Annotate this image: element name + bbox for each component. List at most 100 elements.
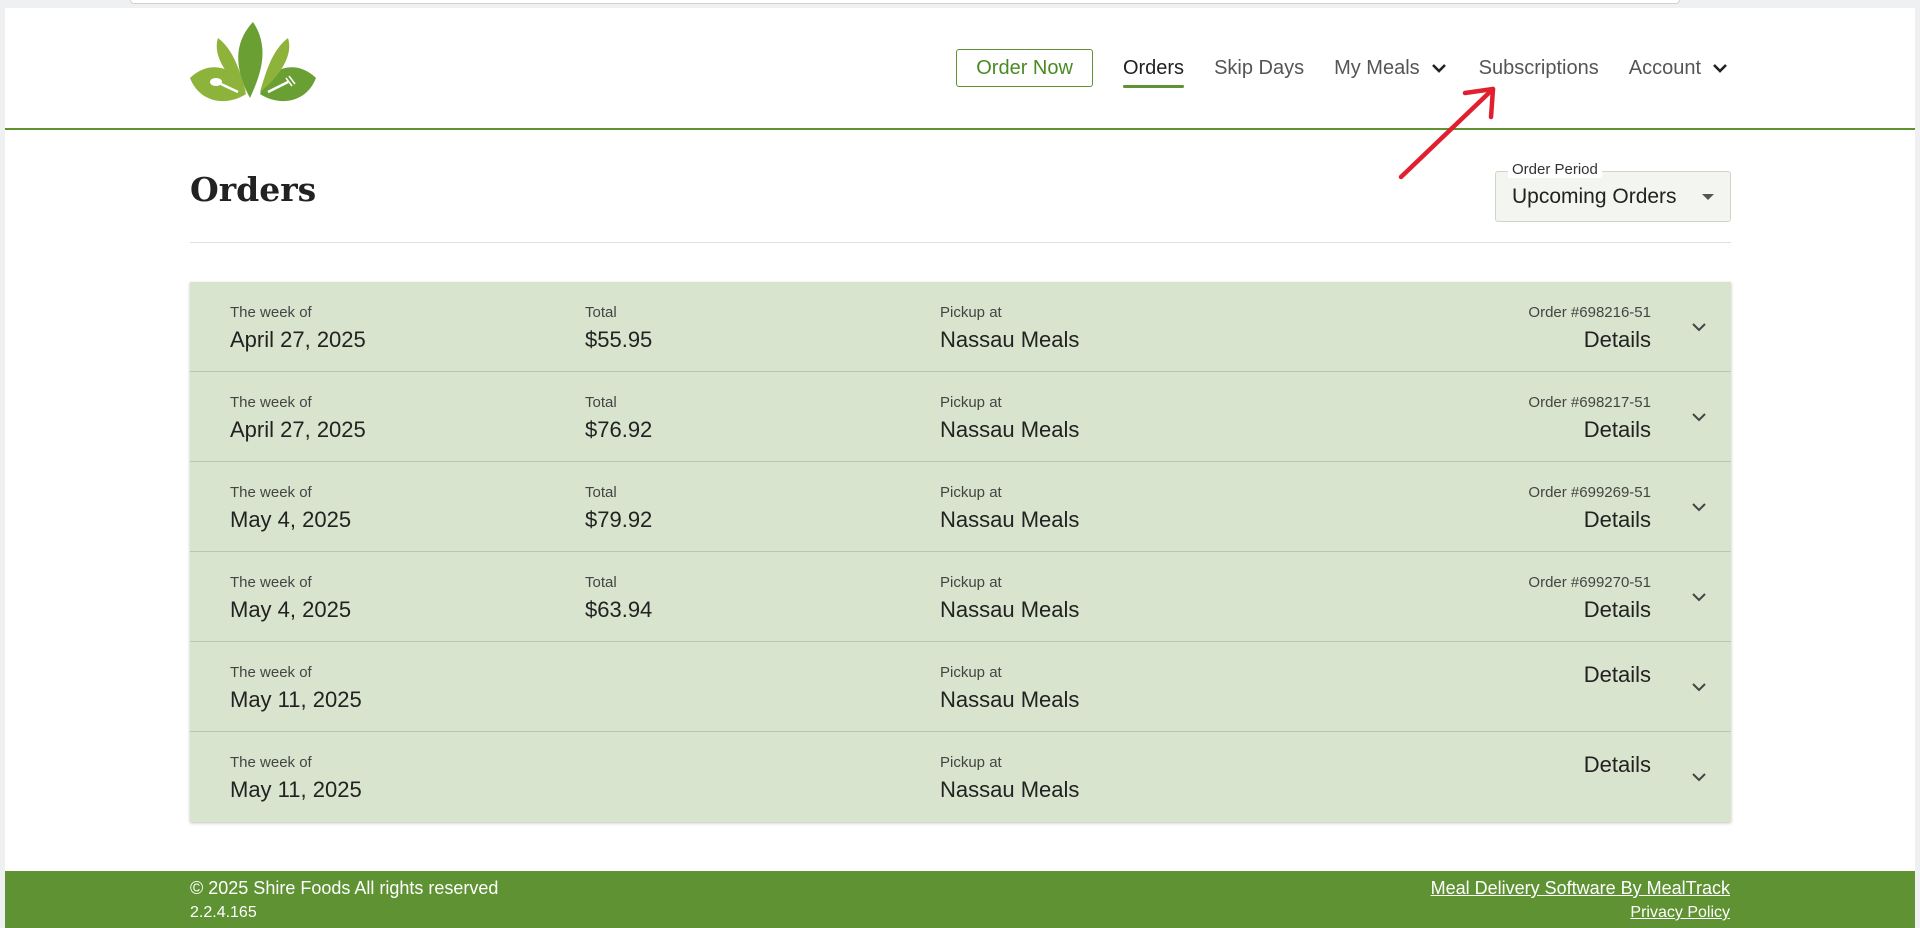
divider: [190, 242, 1731, 243]
total-cell: Total $63.94: [585, 574, 652, 623]
week-value: May 4, 2025: [230, 597, 352, 622]
pickup-cell: Pickup at Nassau Meals: [940, 574, 1079, 623]
week-value: April 27, 2025: [230, 327, 366, 352]
caret-down-icon: [1702, 194, 1714, 200]
pickup-cell: Pickup at Nassau Meals: [940, 484, 1079, 533]
orders-list: The week of April 27, 2025 Total $55.95 Pi…: [190, 282, 1731, 822]
pickup-label: Pickup at: [940, 754, 1002, 771]
pickup-value: Nassau Meals: [940, 417, 1080, 442]
chevron-down-icon[interactable]: [1689, 497, 1709, 517]
details-link[interactable]: Details: [1584, 752, 1651, 778]
total-value: $79.92: [585, 507, 653, 532]
pickup-label: Pickup at: [940, 484, 1002, 501]
nav-subscriptions-label: Subscriptions: [1478, 56, 1599, 79]
week-cell: The week of May 4, 2025: [230, 574, 351, 623]
pickup-value: Nassau Meals: [940, 507, 1080, 532]
order-period-select[interactable]: Order Period Upcoming Orders: [1495, 161, 1731, 222]
chevron-down-icon[interactable]: [1689, 767, 1709, 787]
nav-account[interactable]: Account: [1629, 49, 1730, 87]
pickup-value: Nassau Meals: [940, 597, 1080, 622]
total-label: Total: [585, 484, 617, 501]
pickup-cell: Pickup at Nassau Meals: [940, 754, 1079, 803]
pickup-cell: Pickup at Nassau Meals: [940, 394, 1079, 443]
week-label: The week of: [230, 664, 312, 681]
order-number: Order #699270-51: [1528, 574, 1651, 591]
nav-orders[interactable]: Orders: [1122, 49, 1185, 88]
order-row[interactable]: The week of May 4, 2025 Total $79.92 Picku…: [190, 462, 1731, 552]
mealtrack-link[interactable]: Meal Delivery Software By MealTrack: [1431, 878, 1730, 899]
order-cell: Order #699269-51 Details: [1528, 484, 1651, 533]
version-text: 2.2.4.165: [190, 904, 257, 921]
nav-my-meals-label: My Meals: [1334, 56, 1420, 79]
pickup-value: Nassau Meals: [940, 687, 1080, 712]
site-header: Order Now Orders Skip Days My Meals Subs…: [5, 8, 1915, 130]
order-cell: Order #698217-51 Details: [1528, 394, 1651, 443]
order-row[interactable]: The week of May 11, 2025 Pickup at Nassau …: [190, 642, 1731, 732]
order-now-button[interactable]: Order Now: [956, 49, 1093, 87]
order-cell: Order #699270-51 Details: [1528, 574, 1651, 623]
total-label: Total: [585, 394, 617, 411]
order-row[interactable]: The week of April 27, 2025 Total $76.92 Pi…: [190, 372, 1731, 462]
week-label: The week of: [230, 304, 312, 321]
week-cell: The week of April 27, 2025: [230, 394, 366, 443]
week-value: May 11, 2025: [230, 777, 362, 802]
pickup-label: Pickup at: [940, 394, 1002, 411]
week-cell: The week of May 11, 2025: [230, 754, 362, 803]
week-cell: The week of May 11, 2025: [230, 664, 362, 713]
nav-orders-label: Orders: [1122, 56, 1185, 79]
total-cell: Total $76.92: [585, 394, 652, 443]
browser-edge: [130, 0, 1680, 4]
nav-skip-days-label: Skip Days: [1214, 56, 1305, 79]
week-label: The week of: [230, 754, 312, 771]
total-cell: Total $79.92: [585, 484, 652, 533]
week-value: May 4, 2025: [230, 507, 352, 532]
week-label: The week of: [230, 394, 312, 411]
chevron-down-icon[interactable]: [1689, 407, 1709, 427]
order-number: Order #698216-51: [1528, 304, 1651, 321]
nav-account-label: Account: [1628, 56, 1701, 79]
order-number: Order #698217-51: [1528, 394, 1651, 411]
order-period-value: Upcoming Orders: [1512, 185, 1677, 208]
order-number: Order #699269-51: [1528, 484, 1651, 501]
pickup-value: Nassau Meals: [940, 327, 1080, 352]
details-link[interactable]: Details: [1528, 507, 1651, 533]
leaf-fork-spoon-logo[interactable]: [188, 20, 318, 108]
week-cell: The week of April 27, 2025: [230, 304, 366, 353]
chevron-down-icon: [1713, 64, 1727, 73]
pickup-label: Pickup at: [940, 574, 1002, 591]
page: Order Now Orders Skip Days My Meals Subs…: [5, 8, 1915, 928]
site-footer: © 2025 Shire Foods All rights reserved 2…: [5, 871, 1915, 928]
pickup-cell: Pickup at Nassau Meals: [940, 664, 1079, 713]
order-cell: Order #698216-51 Details: [1528, 304, 1651, 353]
main-nav: Order Now Orders Skip Days My Meals Subs…: [956, 49, 1730, 88]
week-value: April 27, 2025: [230, 417, 366, 442]
nav-my-meals[interactable]: My Meals: [1334, 49, 1449, 87]
week-cell: The week of May 4, 2025: [230, 484, 351, 533]
details-link[interactable]: Details: [1528, 327, 1651, 353]
week-label: The week of: [230, 574, 312, 591]
total-value: $55.95: [585, 327, 653, 352]
week-label: The week of: [230, 484, 312, 501]
order-row[interactable]: The week of May 4, 2025 Total $63.94 Picku…: [190, 552, 1731, 642]
order-period-label: Order Period: [1508, 161, 1602, 178]
pickup-label: Pickup at: [940, 304, 1002, 321]
details-link[interactable]: Details: [1584, 662, 1651, 688]
page-title: Orders: [190, 170, 317, 209]
chevron-down-icon[interactable]: [1689, 677, 1709, 697]
privacy-policy-link[interactable]: Privacy Policy: [1630, 904, 1730, 922]
chevron-down-icon: [1431, 64, 1446, 73]
details-link[interactable]: Details: [1528, 417, 1651, 443]
nav-skip-days[interactable]: Skip Days: [1214, 49, 1304, 87]
pickup-value: Nassau Meals: [940, 777, 1080, 802]
order-row[interactable]: The week of April 27, 2025 Total $55.95 Pi…: [190, 282, 1731, 372]
nav-subscriptions[interactable]: Subscriptions: [1479, 49, 1599, 87]
details-link[interactable]: Details: [1528, 597, 1651, 623]
order-cell: Details: [1584, 752, 1651, 778]
chevron-down-icon[interactable]: [1689, 587, 1709, 607]
order-row[interactable]: The week of May 11, 2025 Pickup at Nassau …: [190, 732, 1731, 822]
week-value: May 11, 2025: [230, 687, 362, 712]
total-label: Total: [585, 304, 617, 321]
pickup-cell: Pickup at Nassau Meals: [940, 304, 1079, 353]
copyright-text: © 2025 Shire Foods All rights reserved: [190, 878, 499, 898]
chevron-down-icon[interactable]: [1689, 317, 1709, 337]
